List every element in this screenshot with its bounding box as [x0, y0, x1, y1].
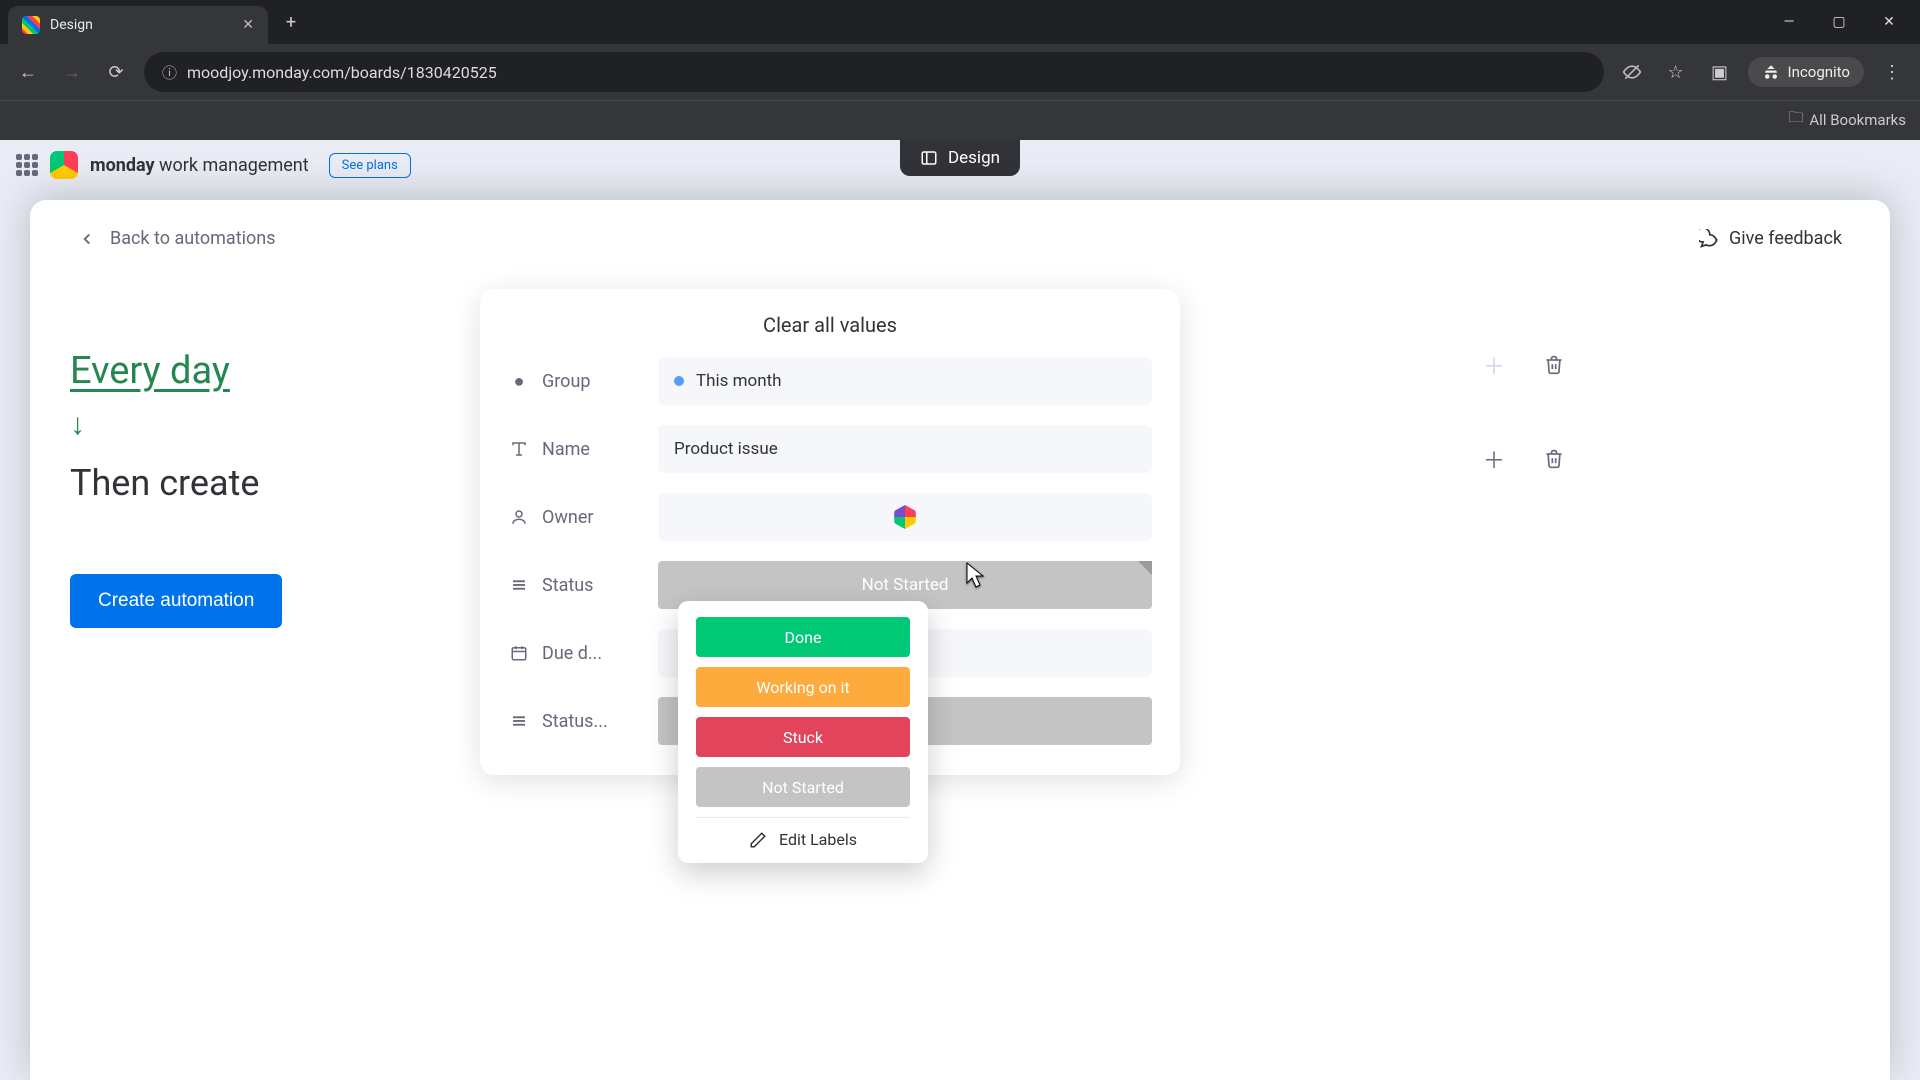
new-tab-button[interactable]: + [276, 7, 306, 37]
address-bar[interactable]: ⓘ moodjoy.monday.com/boards/1830420525 [144, 52, 1604, 92]
trash-icon [1544, 355, 1564, 375]
name-value[interactable]: Product issue [658, 425, 1152, 473]
page-title-text: Design [948, 148, 1000, 168]
tracking-icon[interactable] [1616, 56, 1648, 88]
calendar-icon [508, 642, 530, 664]
close-window-button[interactable]: ✕ [1866, 5, 1912, 39]
field-group-row: ● Group This month [508, 357, 1152, 405]
group-color-dot-icon [674, 376, 684, 386]
status-option-done[interactable]: Done [696, 617, 910, 657]
bookmark-star-icon[interactable]: ☆ [1660, 56, 1692, 88]
status2-label: Status... [542, 711, 608, 732]
field-name-row: Name Product issue [508, 425, 1152, 473]
trigger-column: Every day ↓ Then create Create automatio… [70, 349, 370, 628]
give-feedback-button[interactable]: Give feedback [1699, 228, 1842, 249]
owner-label: Owner [542, 507, 594, 528]
page-content: monday work management See plans Design … [0, 140, 1920, 1080]
status-value-text: Not Started [862, 575, 949, 595]
edit-labels-button[interactable]: Edit Labels [696, 830, 910, 849]
delete-step-button-1[interactable] [1538, 349, 1570, 381]
all-bookmarks-label: All Bookmarks [1809, 111, 1906, 129]
window-controls: ― ▢ ✕ [1766, 5, 1912, 39]
apps-grid-icon[interactable] [16, 154, 38, 176]
right-rail: ＋ ＋ [1478, 349, 1570, 475]
bookmarks-bar: 🗀 All Bookmarks [0, 100, 1920, 140]
name-value-text: Product issue [674, 439, 778, 459]
back-button[interactable]: ← [12, 56, 44, 88]
automation-modal: Back to automations Give feedback Every … [30, 200, 1890, 1080]
back-label: Back to automations [110, 228, 276, 249]
name-label: Name [542, 439, 590, 460]
forward-button[interactable]: → [56, 56, 88, 88]
status-option-working-on-it[interactable]: Working on it [696, 667, 910, 707]
all-bookmarks-button[interactable]: 🗀 All Bookmarks [1788, 107, 1906, 132]
then-create-label: Then create [70, 462, 370, 504]
group-label: Group [542, 371, 590, 392]
monday-logo-icon [50, 151, 78, 179]
chevron-left-icon [78, 230, 96, 248]
create-automation-button[interactable]: Create automation [70, 574, 282, 628]
text-icon [508, 438, 530, 460]
maximize-button[interactable]: ▢ [1816, 5, 1862, 39]
browser-tab[interactable]: Design ✕ [8, 6, 268, 44]
tab-title: Design [50, 17, 232, 33]
group-icon: ● [508, 370, 530, 392]
add-step-button-2[interactable]: ＋ [1478, 443, 1510, 475]
status-label: Status [542, 575, 593, 596]
site-info-icon[interactable]: ⓘ [162, 62, 177, 83]
field-owner-row: Owner [508, 493, 1152, 541]
status-option-stuck[interactable]: Stuck [696, 717, 910, 757]
panel-icon[interactable]: ▣ [1704, 56, 1736, 88]
tab-favicon-icon [22, 16, 40, 34]
browser-chrome: Design ✕ + ― ▢ ✕ ← → ⟳ ⓘ moodjoy.monday.… [0, 0, 1920, 140]
pencil-icon [749, 831, 767, 849]
modal-header: Back to automations Give feedback [70, 200, 1850, 259]
incognito-label: Incognito [1788, 63, 1850, 81]
trigger-every-day[interactable]: Every day [70, 349, 370, 393]
arrow-down-icon: ↓ [70, 407, 370, 442]
tab-strip: Design ✕ + ― ▢ ✕ [0, 0, 1920, 44]
feedback-label: Give feedback [1729, 228, 1842, 249]
clear-all-values-button[interactable]: Clear all values [508, 313, 1152, 337]
panel-left-icon [920, 149, 938, 167]
see-plans-button[interactable]: See plans [329, 153, 411, 178]
page-title-chip[interactable]: Design [900, 140, 1020, 176]
edit-labels-text: Edit Labels [779, 830, 857, 849]
status-icon [508, 574, 530, 596]
product-name: monday work management [90, 155, 309, 176]
back-to-automations-button[interactable]: Back to automations [78, 228, 276, 249]
group-value[interactable]: This month [658, 357, 1152, 405]
status-option-not-started[interactable]: Not Started [696, 767, 910, 807]
close-tab-icon[interactable]: ✕ [242, 17, 254, 33]
status-dropdown: Done Working on it Stuck Not Started Edi… [678, 601, 928, 863]
folder-icon: 🗀 [1788, 107, 1803, 132]
person-icon [508, 506, 530, 528]
add-step-button-1[interactable]: ＋ [1478, 349, 1510, 381]
minimize-button[interactable]: ― [1766, 5, 1812, 39]
chat-bubble-icon [1699, 229, 1719, 249]
url-text: moodjoy.monday.com/boards/1830420525 [187, 63, 497, 82]
owner-avatar-icon [893, 505, 917, 529]
status2-icon [508, 710, 530, 732]
dropdown-separator [696, 817, 910, 818]
delete-step-button-2[interactable] [1538, 443, 1570, 475]
due-date-label: Due d... [542, 643, 602, 664]
group-value-text: This month [696, 371, 782, 391]
kebab-menu-icon[interactable]: ⋮ [1876, 56, 1908, 88]
browser-toolbar: ← → ⟳ ⓘ moodjoy.monday.com/boards/183042… [0, 44, 1920, 100]
reload-button[interactable]: ⟳ [100, 56, 132, 88]
incognito-indicator[interactable]: Incognito [1748, 57, 1864, 87]
owner-value[interactable] [658, 493, 1152, 541]
trash-icon [1544, 449, 1564, 469]
status-corner-flag-icon [1138, 561, 1152, 575]
